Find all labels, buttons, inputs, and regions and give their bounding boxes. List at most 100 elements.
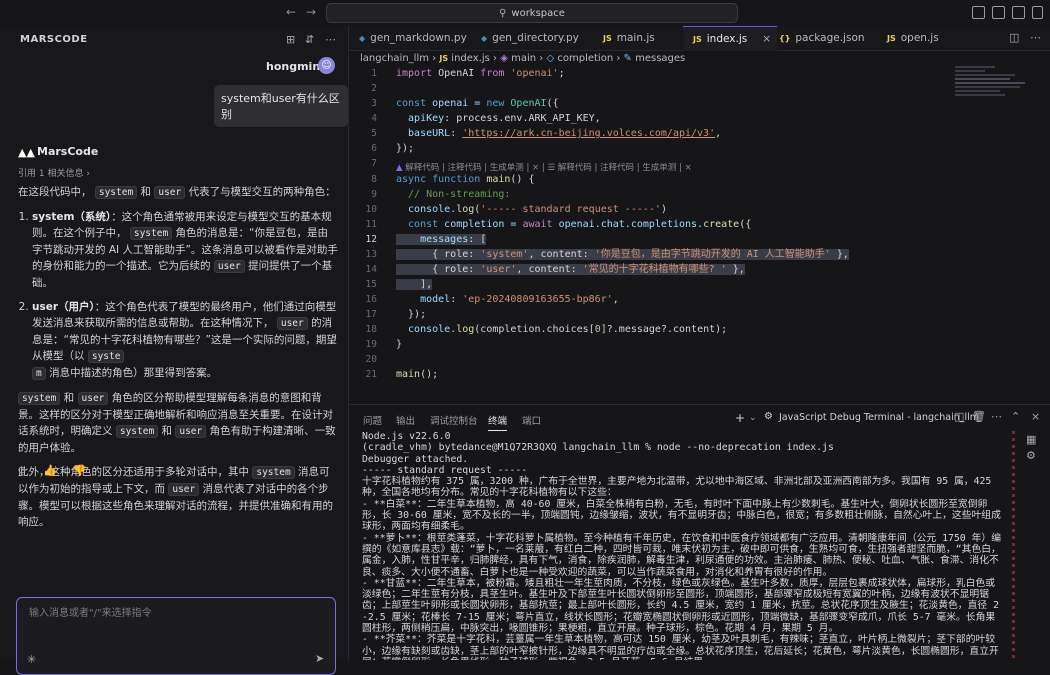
tab-label: open.js — [900, 32, 939, 44]
scrollbar[interactable] — [1012, 431, 1015, 660]
tab-label: index.js — [706, 33, 748, 45]
terminal-line: - **芥菜**：芥菜是十字花科，芸薹属一年生草本植物，高可达 150 厘米，幼… — [362, 634, 999, 660]
tab-label: gen_markdown.py — [370, 32, 467, 44]
function-icon: ◈ — [500, 53, 508, 64]
debug-icon: ⚙ — [764, 411, 773, 422]
code-line: 4 apiKey: process.env.ARK_API_KEY, — [371, 113, 601, 124]
terminal-icon[interactable]: ▦ — [1026, 433, 1036, 446]
split-terminal-icon[interactable]: ◫ — [954, 410, 964, 423]
split-editor-icon[interactable]: ◫ — [1009, 31, 1019, 44]
list-item: user（用户）：这个角色代表了模型的最终用户，他们通过向模型发送消息来获取所需… — [32, 299, 338, 382]
close-icon[interactable]: × — [762, 33, 771, 45]
assistant-answer: 在这段代码中， system 和 user 代表了与模型交互的两种角色： sys… — [18, 184, 338, 538]
python-file-icon: ◆ — [359, 33, 366, 43]
debug-terminal-icon[interactable]: ⚙ — [1026, 449, 1036, 462]
tab-gen-directory[interactable]: ◆ gen_directory.py — [471, 26, 593, 50]
forward-arrow-icon[interactable]: → — [306, 5, 316, 19]
settings-icon[interactable]: ⇵ — [305, 33, 314, 46]
more-actions-icon[interactable]: ⋯ — [991, 410, 1002, 423]
trash-icon[interactable]: 🗑 — [972, 410, 986, 423]
terminal-line: - **萝卜**：根莖类蓬菜，十字花科萝卜属植物。至今种植有千年历史，在饮食和中… — [362, 532, 1001, 578]
terminal-line: Node.js v22.6.0 — [362, 431, 451, 442]
chevron-right-icon: › — [616, 53, 621, 64]
marscode-panel: MARSCODE ⊞ ⇵ ⋯ hongming ☺ system和user有什么… — [0, 26, 349, 675]
answer-paragraph: 在这段代码中， system 和 user 代表了与模型交互的两种角色： — [18, 186, 336, 199]
chevron-down-icon[interactable]: ⌄ — [749, 413, 757, 423]
search-text: workspace — [511, 7, 565, 19]
tab-main-js[interactable]: JS main.js — [593, 26, 683, 50]
variable-icon: ◇ — [546, 53, 555, 64]
code-line: 18 console.log(completion.choices[0]?.me… — [365, 324, 728, 335]
tab-ports[interactable]: 端口 — [522, 413, 541, 427]
tab-output[interactable]: 输出 — [396, 413, 415, 427]
tab-open-js[interactable]: JS open.js — [877, 26, 967, 50]
terminal-line: 十字花科植物约有 375 属，3200 种，广布于全世界，主要产地为北温带，尤以… — [362, 476, 998, 499]
chat-input[interactable] — [27, 607, 321, 620]
breadcrumb-folder[interactable]: langchain_llm — [360, 53, 429, 64]
tab-package-json[interactable]: {} package.json — [771, 26, 875, 50]
tab-label: gen_directory.py — [492, 32, 579, 44]
terminal-list: ▦ ⚙ — [1012, 431, 1048, 660]
code-line: 16 model: 'ep-20240809163655-bp86r', — [365, 294, 619, 305]
more-actions-icon[interactable]: ⋯ — [1030, 31, 1041, 44]
tab-index-js[interactable]: JS index.js × — [683, 26, 777, 51]
thumbs-up-icon[interactable]: 👍 — [43, 464, 57, 477]
inline-code: syste — [87, 350, 125, 363]
terminal-line: Debugger attached. — [362, 453, 469, 465]
tab-gen-markdown[interactable]: ◆ gen_markdown.py — [349, 26, 481, 50]
inline-code: user — [276, 317, 308, 330]
chat-input-box: ✳ ➤ — [16, 597, 336, 675]
tab-problems[interactable]: 问题 — [363, 413, 382, 427]
code-line: 19} — [365, 339, 403, 350]
new-chat-icon[interactable]: ⊞ — [286, 33, 295, 46]
breadcrumb: langchain_llm › JS index.js › ◈ main › ◇… — [360, 53, 685, 64]
tab-label: main.js — [616, 32, 655, 44]
tab-debug-console[interactable]: 调试控制台 — [430, 413, 478, 427]
breadcrumb-symbol[interactable]: messages — [635, 53, 685, 64]
workspace-search[interactable]: ⚲ workspace — [326, 3, 738, 23]
code-line: 10 console.log('----- standard request -… — [365, 204, 667, 215]
terminal-line: - **白菜**：二年生草本植物，高 40-60 厘米，白菜全株稍有白粉，无毛，… — [362, 498, 1001, 533]
code-line: 2 — [371, 83, 377, 94]
code-line: 14 { role: 'user', content: '常见的十字花科植物有哪… — [365, 264, 745, 275]
js-file-icon: JS — [887, 33, 896, 43]
code-editor[interactable]: 1 import OpenAI from 'openai'; 2 3 const o… — [349, 66, 939, 396]
inline-code: system — [129, 227, 173, 240]
inline-code: user — [77, 392, 109, 405]
close-icon[interactable]: × — [1031, 410, 1040, 423]
js-file-icon: JS — [603, 33, 612, 43]
code-line: 13 { role: 'system', content: '你是豆包，是由字节… — [365, 249, 849, 260]
marscode-logo-icon: ▲▲ — [18, 146, 35, 159]
code-line: 20 — [365, 354, 377, 365]
inline-code: user — [213, 260, 245, 273]
list-item: system（系统）：这个角色通常被用来设定与模型交互的基本规则。在这个例子中，… — [32, 209, 338, 291]
avatar: ☺ — [318, 57, 335, 74]
regenerate-icon[interactable]: ⟳ — [18, 464, 27, 477]
toggle-sidebar-icon[interactable] — [972, 6, 985, 19]
add-terminal-icon[interactable]: + — [735, 411, 745, 425]
layout-icon[interactable] — [1032, 6, 1043, 19]
back-arrow-icon[interactable]: ← — [286, 5, 296, 19]
title-bar: ← → ⚲ workspace — [0, 0, 1050, 26]
toggle-secondary-icon[interactable] — [1012, 6, 1025, 19]
terminal-output[interactable]: Node.js v22.6.0 (cradle_vhm) bytedance@M1… — [362, 431, 1002, 660]
maximize-panel-icon[interactable]: ⌃ — [1011, 410, 1020, 423]
search-icon: ⚲ — [499, 7, 507, 19]
code-line: 1 import OpenAI from 'openai'; — [371, 68, 565, 79]
breadcrumb-symbol[interactable]: completion — [557, 53, 613, 64]
toggle-panel-icon[interactable] — [992, 6, 1005, 19]
more-icon[interactable]: ⋯ — [325, 33, 336, 46]
minimap[interactable] — [955, 66, 1035, 126]
terminal-line: ----- standard request ----- — [362, 464, 528, 476]
assistant-name: MarsCode — [37, 145, 99, 158]
thumbs-down-icon[interactable]: 👎 — [73, 464, 87, 477]
chevron-right-icon: › — [86, 169, 90, 179]
code-line: 11 const completion = await openai.chat.… — [365, 219, 752, 230]
tab-terminal[interactable]: 终端 — [488, 413, 508, 431]
send-icon[interactable]: ➤ — [315, 652, 324, 665]
python-file-icon: ◆ — [481, 33, 488, 43]
breadcrumb-function[interactable]: main — [511, 53, 536, 64]
terminal-title[interactable]: JavaScript Debug Terminal - langchain_ll… — [779, 412, 979, 423]
reference-link[interactable]: 引用 1 相关信息 › — [18, 166, 90, 179]
breadcrumb-file[interactable]: index.js — [451, 53, 490, 64]
